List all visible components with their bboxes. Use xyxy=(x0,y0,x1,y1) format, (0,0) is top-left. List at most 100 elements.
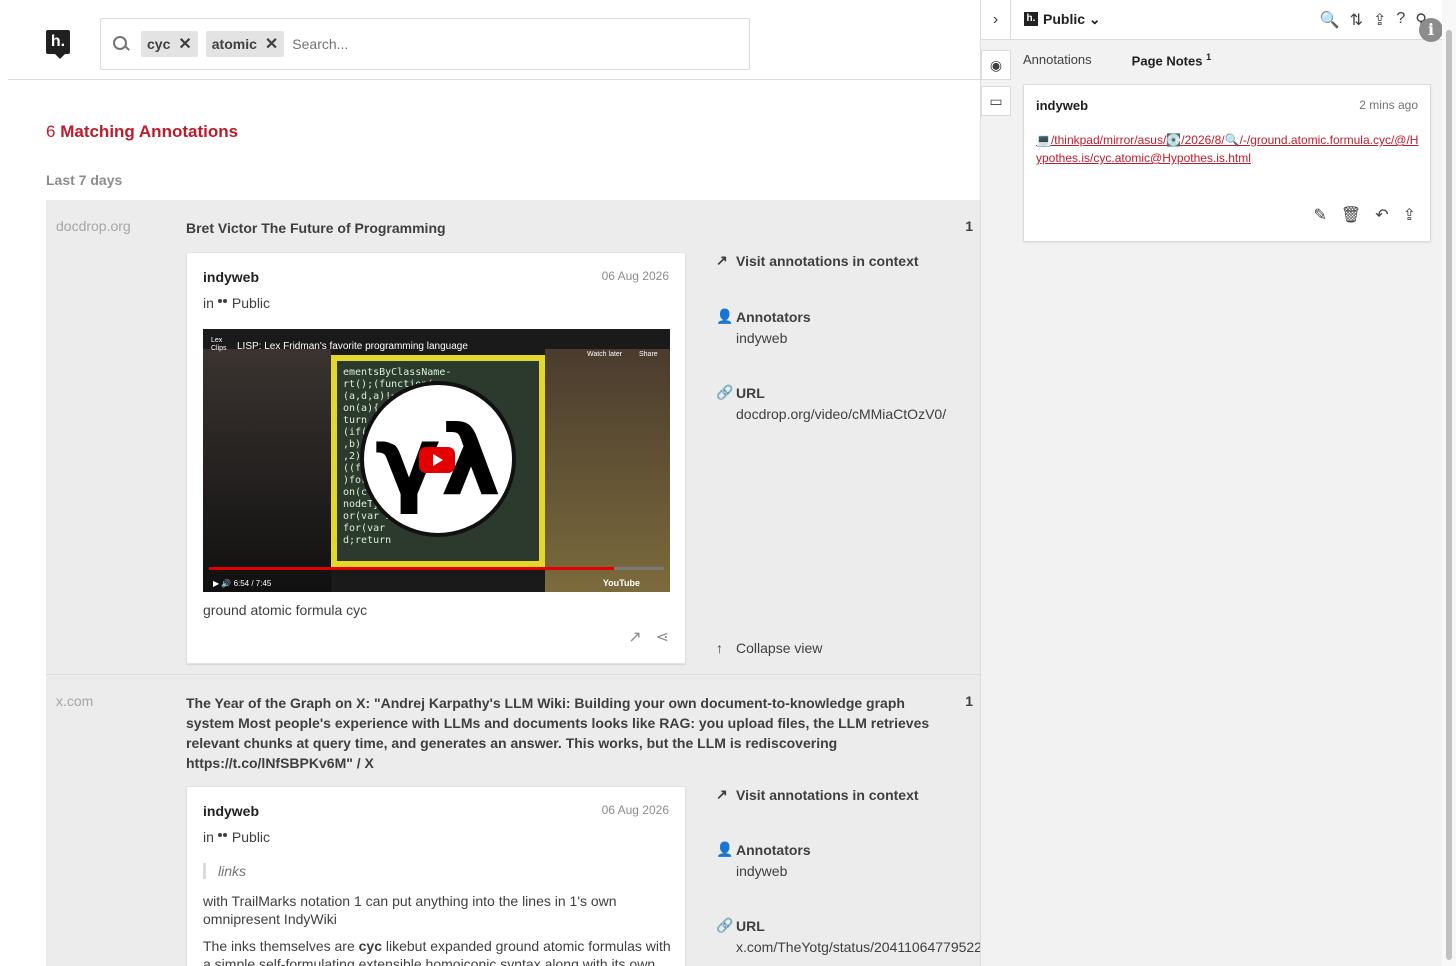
annotation-card[interactable]: indyweb 06 Aug 2026 in Public ementsByCl… xyxy=(186,252,686,664)
search-input[interactable] xyxy=(292,29,749,59)
annotators-heading: 👤 Annotators xyxy=(716,308,811,325)
tag-label: atomic xyxy=(211,36,257,52)
note-user[interactable]: indyweb xyxy=(1036,98,1088,113)
video-person-right xyxy=(545,349,670,592)
share-video-button[interactable]: Share xyxy=(639,351,658,358)
annotation-group: in Public xyxy=(203,829,270,845)
tab-page-notes-count: 1 xyxy=(1206,52,1212,62)
result-bucket[interactable]: x.com The Year of the Graph on X: "Andre… xyxy=(46,675,991,966)
annotation-text: ground atomic formula cyc xyxy=(203,602,368,618)
visit-in-context-link[interactable]: ↗ Visit annotations in context xyxy=(716,252,919,269)
share-icon[interactable]: ⇪ xyxy=(1403,205,1416,225)
sidebar-tabs: Annotations Page Notes 1 xyxy=(1023,52,1211,68)
url-heading: 🔗 URL xyxy=(716,384,765,401)
hypothesis-logo-small[interactable]: h. xyxy=(1024,12,1038,26)
arrow-up-right-icon: ↗ xyxy=(716,252,728,268)
annotation-card[interactable]: indyweb 06 Aug 2026 in Public links with… xyxy=(186,786,686,966)
link-icon: 🔗 xyxy=(716,917,734,933)
video-channel: Lex Clips xyxy=(211,337,227,352)
group-selector[interactable]: Public ⌄ xyxy=(1043,11,1101,28)
group-name[interactable]: Public xyxy=(232,829,270,845)
reply-icon[interactable]: ↶ xyxy=(1375,205,1388,225)
annotators-label: Annotators xyxy=(736,308,811,325)
visit-in-context-link[interactable]: ↗ Visit annotations in context xyxy=(716,786,919,803)
results-label: Matching Annotations xyxy=(60,122,239,141)
tab-page-notes[interactable]: Page Notes 1 xyxy=(1132,52,1211,68)
text-segment: The inks themselves are xyxy=(203,938,359,954)
tag-label: cyc xyxy=(147,36,171,52)
tab-annotations[interactable]: Annotations xyxy=(1023,52,1092,68)
external-link-icon[interactable]: ↗ xyxy=(628,627,641,647)
visit-label: Visit annotations in context xyxy=(736,786,919,803)
watch-later-button[interactable]: Watch later xyxy=(587,351,622,358)
video-person-left xyxy=(203,349,331,592)
embedded-video[interactable]: ementsByClassName- rt();(function(n (a,d… xyxy=(203,329,670,592)
bucket-count: 1 xyxy=(965,218,973,234)
person-icon: 👤 xyxy=(716,841,734,857)
results-count: 6 Matching Annotations xyxy=(46,122,238,142)
scrollbar-thumb[interactable] xyxy=(1446,30,1452,960)
annotators-value[interactable]: indyweb xyxy=(736,863,787,879)
info-icon[interactable]: i xyxy=(1419,18,1443,42)
note-link[interactable]: 💻/thinkpad/mirror/asus/💽/2026/8/🔍/-/grou… xyxy=(1036,131,1422,167)
help-icon[interactable]: ? xyxy=(1396,10,1405,30)
search-icon[interactable]: 🔍 xyxy=(1320,10,1340,30)
bucket-title[interactable]: Bret Victor The Future of Programming xyxy=(186,218,936,238)
sidebar-toolbar: › h. Public ⌄ 🔍 ⇅ ⇪ ? ⚲ i xyxy=(981,0,1456,42)
bucket-domain: docdrop.org xyxy=(56,218,131,234)
group-selector-label: Public xyxy=(1043,11,1086,27)
hypothesis-logo[interactable]: h. xyxy=(46,30,70,59)
link-icon: 🔗 xyxy=(716,384,734,400)
annotation-user[interactable]: indyweb xyxy=(203,803,259,819)
text-highlight: cyc xyxy=(358,938,382,954)
search-tag-cyc: cyc ✕ xyxy=(141,31,198,57)
group-prefix: in xyxy=(203,295,214,311)
remove-tag-icon[interactable]: ✕ xyxy=(265,34,278,54)
result-bucket[interactable]: docdrop.org Bret Victor The Future of Pr… xyxy=(46,200,991,675)
share-icon[interactable]: ⋖ xyxy=(656,627,669,647)
collapse-view-button[interactable]: ↑ Collapse view xyxy=(716,640,822,656)
url-heading: 🔗 URL xyxy=(716,917,765,934)
note-time[interactable]: 2 mins ago xyxy=(1359,98,1418,112)
scrollbar[interactable] xyxy=(1442,0,1456,966)
url-label: URL xyxy=(736,917,765,934)
youtube-brand[interactable]: YouTube xyxy=(603,578,640,588)
annotators-heading: 👤 Annotators xyxy=(716,841,811,858)
page-note-card[interactable]: indyweb 2 mins ago 💻/thinkpad/mirror/asu… xyxy=(1023,84,1431,242)
share-icon[interactable]: ⇪ xyxy=(1373,10,1386,30)
note-icon[interactable]: ▭ xyxy=(981,86,1011,116)
eye-icon[interactable]: ◉ xyxy=(981,50,1011,80)
video-controls: ▶ 🔊 6:54 / 7:45 xyxy=(213,579,272,588)
annotation-user[interactable]: indyweb xyxy=(203,269,259,285)
person-icon: 👤 xyxy=(716,308,734,324)
play-button[interactable] xyxy=(419,447,455,473)
annotation-sidebar: › h. Public ⌄ 🔍 ⇅ ⇪ ? ⚲ i ◉ ▭ Annotation… xyxy=(980,0,1456,966)
search-bar[interactable]: cyc ✕ atomic ✕ xyxy=(100,18,750,70)
video-progress-bar[interactable] xyxy=(209,567,664,570)
url-value[interactable]: docdrop.org/video/cMMiaCtOzV0/ xyxy=(736,406,946,422)
bucket-domain: x.com xyxy=(56,693,94,709)
edit-icon[interactable]: ✎ xyxy=(1313,205,1326,225)
group-prefix: in xyxy=(203,829,214,845)
tab-page-notes-label: Page Notes xyxy=(1131,53,1203,69)
sidebar-toolbar-icons: 🔍 ⇅ ⇪ ? ⚲ xyxy=(1320,10,1427,30)
annotators-value[interactable]: indyweb xyxy=(736,330,787,346)
video-progress-fill xyxy=(209,567,614,570)
group-icon xyxy=(217,833,228,841)
sort-icon[interactable]: ⇅ xyxy=(1350,10,1363,30)
url-value[interactable]: x.com/TheYotg/status/20411064779522 xyxy=(736,939,982,955)
header: h. cyc ✕ atomic ✕ xyxy=(8,0,998,80)
delete-icon[interactable]: 🗑 xyxy=(1341,205,1361,225)
search-icon xyxy=(109,32,133,56)
annotation-date[interactable]: 06 Aug 2026 xyxy=(602,803,669,817)
bucket-title[interactable]: The Year of the Graph on X: "Andrej Karp… xyxy=(186,693,936,773)
visit-label: Visit annotations in context xyxy=(736,252,919,269)
group-name[interactable]: Public xyxy=(232,295,270,311)
annotation-date[interactable]: 06 Aug 2026 xyxy=(602,269,669,283)
arrow-up-right-icon: ↗ xyxy=(716,786,728,802)
annotators-label: Annotators xyxy=(736,841,811,858)
remove-tag-icon[interactable]: ✕ xyxy=(178,34,191,54)
chevron-right-icon[interactable]: › xyxy=(981,0,1011,40)
search-tag-atomic: atomic ✕ xyxy=(205,31,285,57)
video-title[interactable]: LISP: Lex Fridman's favorite programming… xyxy=(237,341,468,352)
